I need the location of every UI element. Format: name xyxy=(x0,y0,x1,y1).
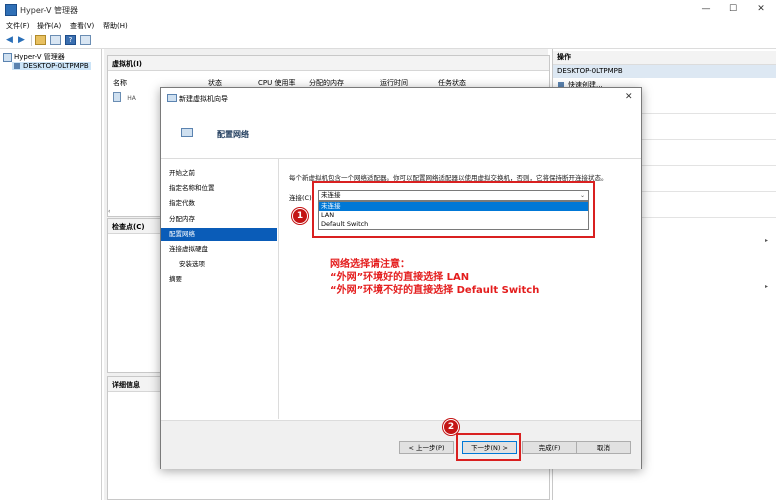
vm-name: HA xyxy=(127,95,136,102)
tree-host-label: DESKTOP-0LTPMPB xyxy=(23,62,89,70)
menu-help[interactable]: 帮助(H) xyxy=(103,21,128,31)
actions-header: 操作 xyxy=(553,51,776,65)
wizard-step[interactable]: 连接虚拟硬盘 xyxy=(161,243,277,256)
wizard-footer: < 上一步(P) 下一步(N) > 完成(F) 取消 xyxy=(161,420,641,469)
wizard-steps: 开始之前指定名称和位置 指定代数分配内存 配置网络连接虚拟硬盘 安装选项摘要 xyxy=(161,159,279,419)
wizard-icon xyxy=(167,94,177,102)
computer-icon xyxy=(14,63,20,69)
wizard-step[interactable]: 分配内存 xyxy=(161,213,277,226)
col-name[interactable]: 名称 xyxy=(113,78,127,88)
help-icon[interactable]: ? xyxy=(65,35,76,45)
menu-action[interactable]: 操作(A) xyxy=(37,21,61,31)
navigation-tree: Hyper-V 管理器 DESKTOP-0LTPMPB xyxy=(0,49,102,500)
annotation-line-3: “外网”环境不好的直接选择 Default Switch xyxy=(330,285,540,296)
dialog-title-bar: 新建虚拟机向导 ✕ xyxy=(161,88,641,108)
submenu-arrow-icon[interactable]: ▸ xyxy=(765,237,768,244)
window-title: Hyper-V 管理器 xyxy=(20,6,78,15)
folder-up-icon[interactable] xyxy=(35,35,46,45)
tree-root[interactable]: Hyper-V 管理器 xyxy=(14,52,65,62)
submenu-arrow-icon[interactable]: ▸ xyxy=(765,283,768,290)
cancel-button[interactable]: 取消 xyxy=(576,441,631,454)
connection-label: 连接(C): xyxy=(289,194,314,202)
minimize-button[interactable]: — xyxy=(693,2,719,16)
wizard-step[interactable]: 摘要 xyxy=(161,273,277,286)
dialog-close-icon[interactable]: ✕ xyxy=(625,92,633,102)
annotation-box-next xyxy=(456,433,521,461)
toolbar: ◀ ▶ ? xyxy=(0,32,776,49)
wizard-step[interactable]: 开始之前 xyxy=(161,167,277,180)
finish-button[interactable]: 完成(F) xyxy=(522,441,577,454)
prev-button[interactable]: < 上一步(P) xyxy=(399,441,454,454)
action-pane-icon[interactable] xyxy=(80,35,91,45)
table-row[interactable]: HA xyxy=(113,92,136,102)
forward-arrow-icon[interactable]: ▶ xyxy=(16,35,27,45)
hyperv-manager-icon xyxy=(3,53,12,62)
maximize-button[interactable]: ☐ xyxy=(720,2,746,16)
network-page-icon xyxy=(181,128,193,137)
dialog-header: 配置网络 xyxy=(161,108,641,159)
annotation-box-dropdown xyxy=(312,181,595,238)
vm-icon xyxy=(113,92,121,102)
menu-file[interactable]: 文件(F) xyxy=(6,21,30,31)
console-tree-icon[interactable] xyxy=(50,35,61,45)
close-button[interactable]: ✕ xyxy=(748,2,774,16)
wizard-step[interactable]: 安装选项 xyxy=(161,258,277,271)
wizard-step[interactable]: 配置网络 xyxy=(161,227,277,241)
wizard-step[interactable]: 指定名称和位置 xyxy=(161,182,277,195)
page-heading: 配置网络 xyxy=(217,130,249,139)
annotation-badge-1: 1 xyxy=(292,208,308,224)
vm-panel-title: 虚拟机(I) xyxy=(108,56,549,71)
back-arrow-icon[interactable]: ◀ xyxy=(4,35,15,45)
menu-view[interactable]: 查看(V) xyxy=(70,21,94,31)
hyperv-app-icon xyxy=(5,4,17,16)
scroll-left-icon[interactable]: ‹ xyxy=(108,208,116,215)
menu-bar: 文件(F) 操作(A) 查看(V) 帮助(H) xyxy=(0,19,776,32)
wizard-step[interactable]: 指定代数 xyxy=(161,197,277,210)
dialog-title: 新建虚拟机向导 xyxy=(179,95,228,103)
actions-host-header[interactable]: DESKTOP-0LTPMPB xyxy=(553,65,776,78)
annotation-badge-2: 2 xyxy=(443,419,459,435)
title-bar: Hyper-V 管理器 — ☐ ✕ xyxy=(0,0,776,20)
toolbar-divider xyxy=(31,35,32,46)
tree-host[interactable]: DESKTOP-0LTPMPB xyxy=(12,62,91,70)
